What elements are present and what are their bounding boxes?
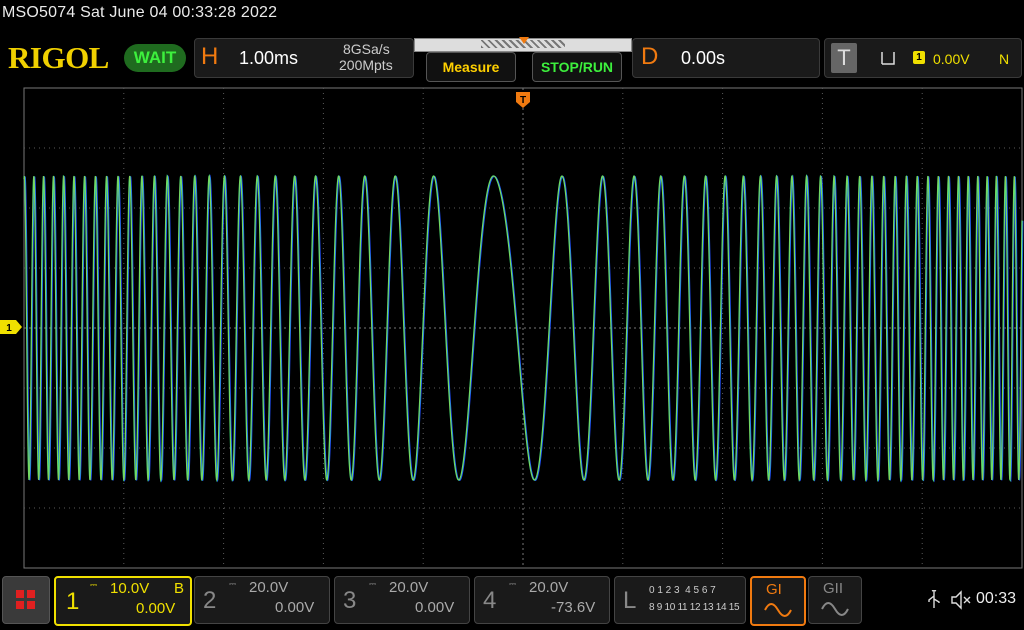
sample-rate: 8GSa/s (343, 41, 390, 57)
generator-2-label: GII (823, 580, 844, 597)
channel-4-offset: -73.6V (551, 599, 596, 616)
horizontal-panel[interactable]: H 1.00ms 8GSa/s 200Mpts (194, 38, 414, 78)
memory-position-bar[interactable] (414, 37, 632, 52)
dc-coupling-icon: ⎓ (229, 579, 237, 589)
logic-analyzer-box[interactable]: L 0 1 2 3 4 5 6 7 8 9 10 11 12 13 14 15 (614, 576, 746, 624)
grid-menu-icon (16, 590, 35, 609)
channel-4-box[interactable]: 4 ⎓ 20.0V -73.6V (474, 576, 610, 624)
trigger-marker[interactable]: T (516, 92, 530, 108)
channel-1-box[interactable]: 1 ⎓ 10.0V B 0.00V (54, 576, 192, 626)
dc-coupling-icon: ⎓ (90, 580, 98, 590)
channel-3-offset: 0.00V (415, 599, 455, 616)
dc-coupling-icon: ⎓ (369, 579, 377, 589)
channel-2-number: 2 (203, 587, 217, 614)
trigger-level: 0.00V (933, 51, 970, 67)
channel-1-number: 1 (66, 588, 80, 615)
rigol-logo: RIGOL (8, 40, 109, 75)
channel-1-bw-limit: B (174, 580, 185, 597)
generator-1-box[interactable]: GI (750, 576, 806, 626)
menu-button[interactable] (2, 576, 50, 624)
channel-3-scale: 20.0V (389, 579, 429, 596)
ch1-offset-marker[interactable]: 1 (0, 320, 22, 334)
system-time: 00:33 (976, 590, 1017, 607)
stop-run-button[interactable]: STOP/RUN (532, 52, 622, 82)
trigger-letter: T (831, 43, 857, 73)
channel-4-number: 4 (483, 587, 497, 614)
delay-value: 0.00s (681, 48, 726, 68)
channel-4-scale: 20.0V (529, 579, 569, 596)
ch1-marker-label: 1 (6, 323, 12, 334)
logic-letter: L (623, 587, 637, 614)
channel-3-box[interactable]: 3 ⎓ 20.0V 0.00V (334, 576, 470, 624)
measure-button[interactable]: Measure (426, 52, 516, 82)
trigger-mode: N (999, 51, 1010, 67)
trigger-panel[interactable]: T 1 0.00V N (824, 38, 1022, 78)
channel-2-offset: 0.00V (275, 599, 315, 616)
generator-2-box[interactable]: GII (808, 576, 862, 624)
trigger-source: 1 (913, 51, 925, 64)
delay-letter: D (641, 43, 659, 70)
channel-2-box[interactable]: 2 ⎓ 20.0V 0.00V (194, 576, 330, 624)
waveform-display[interactable]: T 1 (0, 84, 1024, 570)
trigger-position-icon (519, 37, 529, 44)
channel-1-offset: 0.00V (136, 600, 176, 617)
status-title: MSO5074 Sat June 04 00:33:28 2022 (2, 4, 278, 21)
trigger-marker-label: T (520, 95, 526, 106)
timebase-value: 1.00ms (239, 48, 299, 68)
horizontal-letter: H (201, 43, 219, 70)
channel-3-number: 3 (343, 587, 357, 614)
rising-edge-icon (881, 52, 895, 65)
memory-depth: 200Mpts (339, 57, 393, 73)
sine-wave-icon (764, 603, 792, 617)
grid (23, 87, 1023, 569)
run-state-badge[interactable]: WAIT (124, 44, 186, 72)
generator-1-label: GI (766, 581, 782, 598)
delay-panel[interactable]: D 0.00s (632, 38, 820, 78)
sine-wave-icon (821, 602, 849, 616)
mute-speaker-icon[interactable] (950, 590, 972, 610)
channel-1-scale: 10.0V (110, 580, 150, 597)
usb-icon (928, 590, 940, 608)
dc-coupling-icon: ⎓ (509, 579, 517, 589)
logic-channels-row1: 0 1 2 3 4 5 6 7 (649, 585, 716, 596)
channel-2-scale: 20.0V (249, 579, 289, 596)
logic-channels-row2: 8 9 10 11 12 13 14 15 (649, 602, 740, 613)
